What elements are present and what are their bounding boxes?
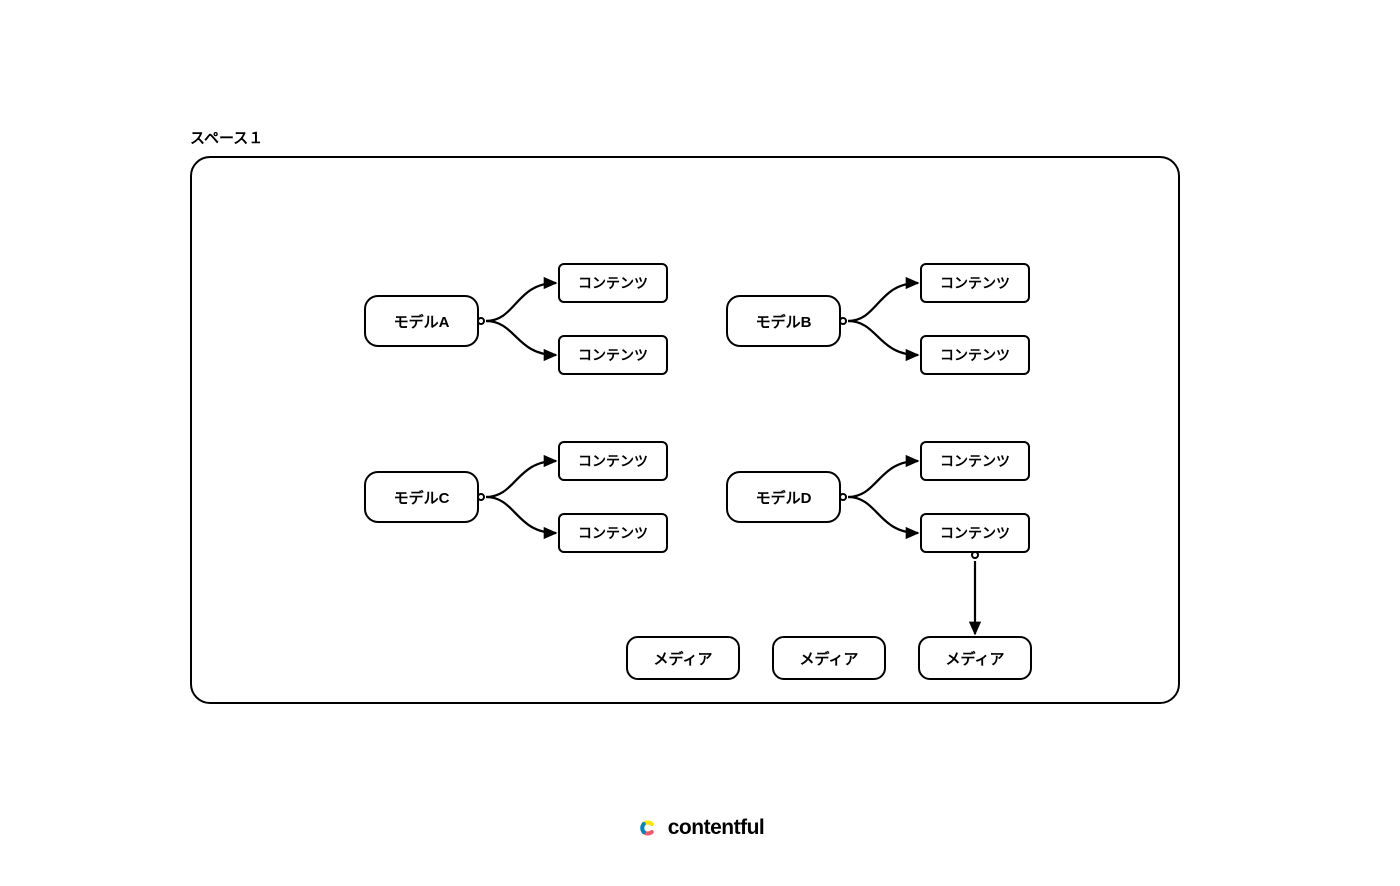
content-label: コンテンツ (940, 523, 1010, 543)
media-node: メディア (918, 636, 1032, 680)
model-label: モデルB (756, 311, 812, 332)
content-port (971, 551, 979, 559)
media-label: メディア (654, 648, 713, 669)
model-node-c: モデルC (364, 471, 479, 523)
media-label: メディア (946, 648, 1005, 669)
model-port (839, 317, 847, 325)
content-label: コンテンツ (940, 451, 1010, 471)
content-node: コンテンツ (920, 513, 1030, 553)
model-node-a: モデルA (364, 295, 479, 347)
brand-logo: contentful (636, 816, 764, 840)
content-node: コンテンツ (558, 441, 668, 481)
content-label: コンテンツ (578, 345, 648, 365)
content-label: コンテンツ (578, 273, 648, 293)
model-node-b: モデルB (726, 295, 841, 347)
content-label: コンテンツ (578, 523, 648, 543)
content-label: コンテンツ (940, 273, 1010, 293)
space-frame (190, 156, 1180, 704)
content-node: コンテンツ (920, 263, 1030, 303)
media-label: メディア (800, 648, 859, 669)
content-label: コンテンツ (940, 345, 1010, 365)
model-port (839, 493, 847, 501)
content-node: コンテンツ (558, 335, 668, 375)
model-label: モデルA (394, 311, 450, 332)
model-port (477, 493, 485, 501)
space-label: スペース１ (190, 127, 263, 148)
media-node: メディア (626, 636, 740, 680)
content-node: コンテンツ (558, 263, 668, 303)
content-node: コンテンツ (558, 513, 668, 553)
model-node-d: モデルD (726, 471, 841, 523)
diagram-canvas: スペース１ モデルA コンテンツ コンテンツ モデルB コンテンツ コンテンツ … (0, 0, 1400, 886)
contentful-logo-icon (636, 816, 660, 840)
media-node: メディア (772, 636, 886, 680)
content-node: コンテンツ (920, 335, 1030, 375)
model-label: モデルD (756, 487, 812, 508)
model-label: モデルC (394, 487, 450, 508)
content-label: コンテンツ (578, 451, 648, 471)
brand-name: contentful (668, 816, 764, 840)
content-node: コンテンツ (920, 441, 1030, 481)
model-port (477, 317, 485, 325)
